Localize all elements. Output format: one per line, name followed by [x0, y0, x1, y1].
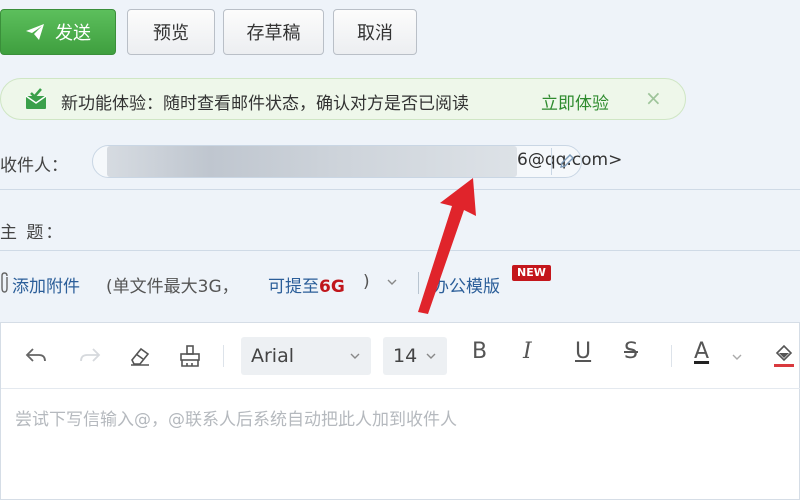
recipient-divider	[0, 189, 800, 190]
strikethrough-button[interactable]: S	[624, 339, 638, 364]
save-draft-button-label: 存草稿	[246, 23, 301, 44]
chevron-down-icon	[350, 353, 360, 359]
save-draft-button[interactable]: 存草稿	[223, 9, 324, 55]
chevron-down-icon[interactable]	[386, 272, 398, 297]
bold-button[interactable]: B	[472, 339, 487, 364]
cancel-button-label: 取消	[357, 23, 393, 44]
recipient-label: 收件人：	[0, 156, 68, 176]
send-button[interactable]: 发送	[0, 9, 116, 55]
attachment-note-close: )	[363, 272, 370, 292]
paperclip-icon	[0, 272, 10, 299]
italic-button[interactable]: I	[523, 339, 532, 364]
preview-button-label: 预览	[153, 23, 189, 44]
attachment-separator	[418, 272, 419, 294]
font-family-select[interactable]: Arial	[241, 337, 371, 375]
recipient-field[interactable]: 6@qq.com>	[92, 145, 622, 178]
formatting-toolbar: Arial 14 B I U S A	[1, 323, 800, 389]
format-painter-icon[interactable]	[177, 343, 203, 369]
font-size-value: 14	[393, 345, 418, 367]
add-attachment-link[interactable]: 添加附件	[12, 272, 80, 297]
upgrade-size-link[interactable]: 可提至6G	[268, 272, 345, 297]
font-size-select[interactable]: 14	[383, 337, 447, 375]
cancel-button[interactable]: 取消	[333, 9, 417, 55]
toolbar-separator	[223, 345, 224, 367]
pencil-icon[interactable]	[557, 151, 577, 171]
try-now-link[interactable]: 立即体验	[541, 89, 609, 114]
recipient-redacted-block	[107, 146, 517, 177]
undo-icon[interactable]	[23, 343, 49, 369]
chevron-down-icon[interactable]	[731, 351, 743, 363]
highlight-color-icon[interactable]	[771, 341, 797, 369]
compose-toolbar: 发送 预览 存草稿 取消	[0, 9, 800, 55]
feature-notice-banner: 新功能体验：随时查看邮件状态，确认对方是否已阅读 立即体验 ×	[0, 78, 686, 120]
preview-button[interactable]: 预览	[127, 9, 215, 55]
send-button-label: 发送	[55, 23, 91, 44]
message-body-input[interactable]	[1, 389, 799, 499]
recipient-pill-divider	[551, 148, 552, 175]
subject-label: 主 题：	[0, 223, 65, 243]
paper-plane-icon	[26, 24, 44, 40]
underline-button[interactable]: U	[575, 339, 591, 364]
upgrade-size-value: 6G	[319, 277, 345, 297]
message-editor: Arial 14 B I U S A	[0, 322, 800, 500]
eraser-icon[interactable]	[127, 343, 153, 369]
notice-text: 新功能体验：随时查看邮件状态，确认对方是否已阅读	[61, 94, 469, 114]
redo-icon[interactable]	[77, 343, 103, 369]
attachment-size-note: (单文件最大3G，	[106, 277, 239, 297]
subject-input[interactable]	[80, 208, 780, 246]
subject-divider	[0, 250, 800, 251]
chevron-down-icon	[426, 353, 436, 359]
toolbar-separator	[671, 345, 672, 367]
office-template-link[interactable]: 办公模版	[432, 272, 500, 297]
notice-close-icon[interactable]: ×	[645, 86, 662, 110]
font-family-value: Arial	[251, 345, 295, 367]
upgrade-size-prefix: 可提至	[268, 277, 319, 297]
text-color-button[interactable]: A	[694, 339, 709, 364]
envelope-check-icon	[25, 88, 47, 109]
new-badge: NEW	[512, 265, 551, 281]
